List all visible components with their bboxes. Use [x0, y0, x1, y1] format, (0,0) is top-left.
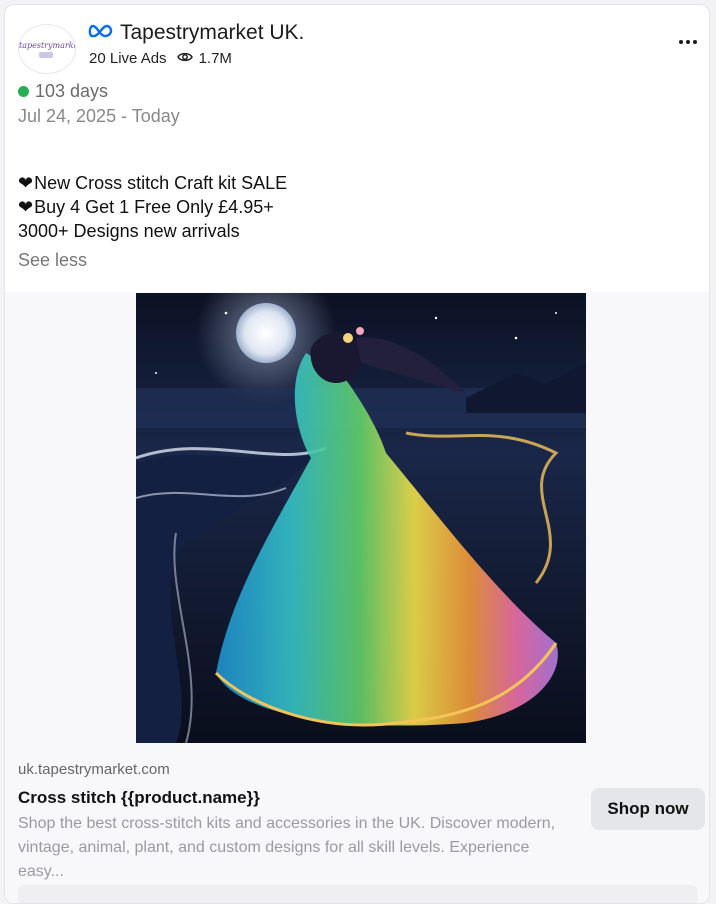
ad-copy-line-3: 3000+ Designs new arrivals [18, 221, 240, 241]
active-status: 103 days [18, 81, 108, 102]
meta-icon [88, 23, 114, 44]
live-ads-count[interactable]: 20 Live Ads [89, 50, 167, 67]
ad-copy-line-1: New Cross stitch Craft kit SALE [34, 173, 288, 193]
advertiser-avatar[interactable]: tapestrymarket [18, 24, 76, 74]
eye-icon [176, 50, 193, 67]
next-section-bar [18, 885, 698, 903]
ad-copy: ❤ New Cross stitch Craft kit SALE ❤ Buy … [18, 171, 287, 243]
advertiser-header: Tapestrymarket UK. [88, 21, 304, 45]
ad-copy-line-2: Buy 4 Get 1 Free Only £4.95+ [34, 197, 274, 217]
date-range: Jul 24, 2025 - Today [18, 106, 180, 126]
views-stat: 1.7M [176, 50, 232, 67]
avatar-logo-text: tapestrymarket [19, 41, 76, 50]
link-preview: uk.tapestrymarket.com Cross stitch {{pro… [5, 748, 709, 903]
advertiser-name[interactable]: Tapestrymarket UK. [120, 21, 304, 45]
ad-card: tapestrymarket Tapestrymarket UK. 20 Liv… [4, 4, 710, 904]
more-options-icon[interactable] [675, 33, 701, 51]
shop-now-button[interactable]: Shop now [591, 788, 705, 830]
ad-meta: 20 Live Ads 1.7M [89, 50, 232, 67]
link-headline[interactable]: Cross stitch {{product.name}} [18, 788, 260, 808]
ad-media [5, 292, 709, 748]
see-less-toggle[interactable]: See less [18, 250, 87, 271]
link-domain[interactable]: uk.tapestrymarket.com [18, 761, 170, 778]
link-description: Shop the best cross-stitch kits and acce… [18, 815, 556, 880]
ad-copy-line: ❤ New Cross stitch Craft kit SALE [18, 171, 287, 195]
heart-icon: ❤ [18, 173, 34, 193]
views-count: 1.7M [198, 50, 232, 67]
heart-icon: ❤ [18, 197, 34, 217]
active-duration: 103 days [35, 81, 109, 101]
active-dot-icon [18, 86, 29, 97]
ad-copy-line: ❤ Buy 4 Get 1 Free Only £4.95+ [18, 195, 287, 219]
ad-creative-image[interactable] [136, 293, 586, 743]
avatar-logo-badge [39, 52, 53, 58]
